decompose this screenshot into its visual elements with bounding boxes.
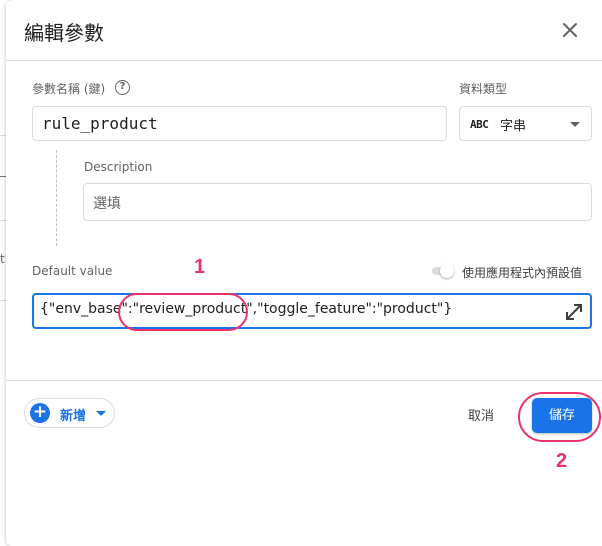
chevron-down-icon	[96, 411, 106, 416]
string-type-icon: ABC	[470, 118, 489, 131]
in-app-default-label: 使用應用程式內預設值	[462, 266, 583, 280]
toggle-knob	[440, 264, 454, 278]
annotation-circle-1	[118, 293, 248, 331]
param-name-label: 參數名稱 (鍵)	[32, 82, 106, 96]
annotation-marker-1: 1	[194, 256, 206, 278]
data-type-value: 字串	[500, 119, 527, 134]
dialog-title: 編輯參數	[24, 21, 104, 45]
condition-connector-line	[56, 150, 57, 246]
default-value-input[interactable]: {"env_base":"review_product","toggle_fea…	[32, 293, 592, 329]
expand-icon[interactable]	[563, 301, 585, 323]
close-icon[interactable]	[558, 18, 582, 42]
annotation-marker-2: 2	[556, 450, 568, 472]
annotation-circle-2	[518, 392, 601, 442]
add-button-label: 新增	[60, 409, 87, 424]
footer-divider	[6, 380, 602, 381]
description-label: Description	[84, 160, 153, 174]
title-divider	[6, 60, 602, 61]
param-name-value: rule_product	[42, 114, 158, 133]
in-app-default-toggle[interactable]	[432, 264, 454, 278]
add-button[interactable]: + 新增	[24, 398, 115, 428]
add-icon: +	[30, 403, 50, 423]
cancel-button[interactable]: 取消	[468, 405, 494, 424]
default-value-label: Default value	[32, 264, 113, 278]
chevron-down-icon	[570, 122, 580, 127]
param-name-input[interactable]: rule_product	[32, 106, 447, 141]
data-type-select[interactable]: ABC 字串	[459, 106, 592, 141]
edit-parameter-dialog: 編輯參數 參數名稱 (鍵) ? 資料類型 rule_product ABC 字串…	[6, 0, 602, 546]
description-input[interactable]: 選填	[83, 183, 592, 221]
data-type-label: 資料類型	[459, 82, 508, 96]
description-placeholder: 選填	[93, 196, 121, 212]
help-icon[interactable]: ?	[115, 80, 130, 95]
